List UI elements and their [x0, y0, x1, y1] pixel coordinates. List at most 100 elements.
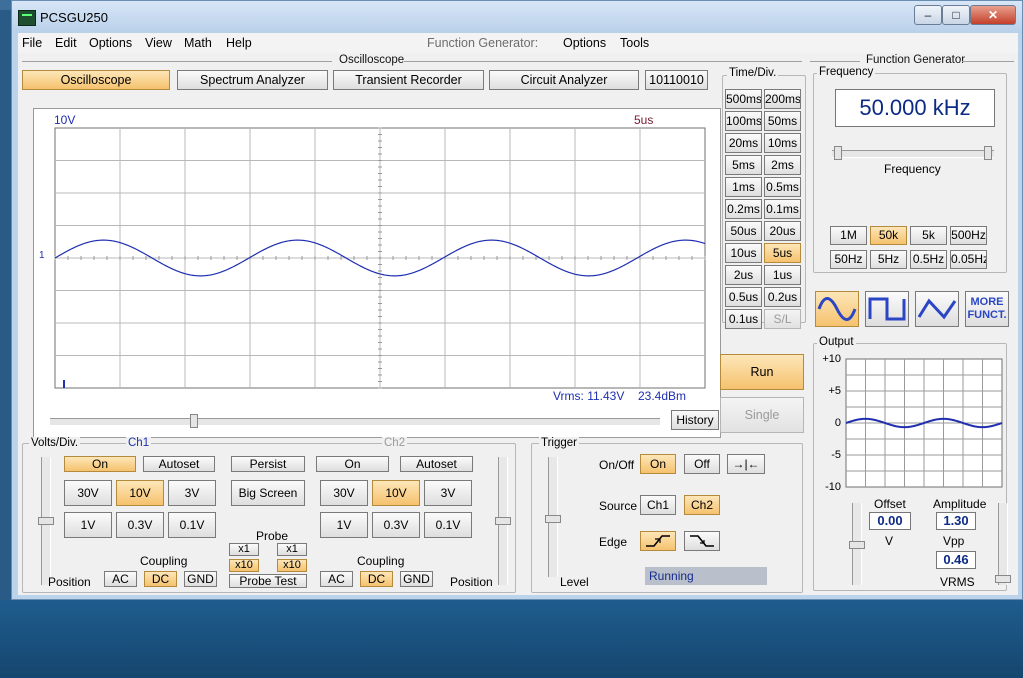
timediv-button[interactable]: 200ms — [764, 89, 801, 109]
ch1-probe-x1-button[interactable]: x1 — [229, 543, 259, 556]
amplitude-slider[interactable] — [995, 503, 1011, 585]
circuit-analyzer-button[interactable]: Circuit Analyzer — [489, 70, 639, 90]
timediv-button[interactable]: 0.1us — [725, 309, 762, 329]
timediv-button[interactable]: 20ms — [725, 133, 762, 153]
triangle-wave-button[interactable] — [915, 291, 959, 327]
timediv-button[interactable]: 50ms — [764, 111, 801, 131]
timediv-button[interactable]: 500ms — [725, 89, 762, 109]
binary-logo-button[interactable]: 10110010 — [645, 70, 708, 90]
timediv-button[interactable]: 2ms — [764, 155, 801, 175]
timediv-button[interactable]: 0.2us — [764, 287, 801, 307]
ch1-range-button[interactable]: 3V — [168, 480, 216, 506]
timediv-button[interactable]: 0.1ms — [764, 199, 801, 219]
trigger-level-slider[interactable] — [545, 457, 561, 577]
square-wave-button[interactable] — [865, 291, 909, 327]
fg-range-button[interactable]: 0.5Hz — [910, 250, 947, 269]
ch1-range-button[interactable]: 1V — [64, 512, 112, 538]
ch2-range-button[interactable]: 30V — [320, 480, 368, 506]
persist-button[interactable]: Persist — [231, 456, 305, 472]
sine-wave-button[interactable] — [815, 291, 859, 327]
ch1-position-thumb[interactable] — [38, 517, 54, 525]
ch1-gnd-button[interactable]: GND — [184, 571, 217, 587]
ch2-ac-button[interactable]: AC — [320, 571, 353, 587]
more-functions-button[interactable]: MORE FUNCT. — [965, 291, 1009, 327]
history-slider[interactable] — [50, 414, 660, 428]
ch1-on-button[interactable]: On — [64, 456, 136, 472]
ch1-probe-x10-button[interactable]: x10 — [229, 559, 259, 572]
ch2-range-button[interactable]: 0.1V — [424, 512, 472, 538]
oscilloscope-mode-button[interactable]: Oscilloscope — [22, 70, 170, 90]
menu-options[interactable]: Options — [89, 36, 132, 50]
maximize-button[interactable]: □ — [942, 5, 970, 25]
ch2-probe-x10-button[interactable]: x10 — [277, 559, 307, 572]
big-screen-button[interactable]: Big Screen — [231, 480, 305, 506]
ch1-range-button[interactable]: 0.1V — [168, 512, 216, 538]
ch1-range-button[interactable]: 0.3V — [116, 512, 164, 538]
history-slider-thumb[interactable] — [190, 414, 198, 428]
offset-slider-thumb[interactable] — [849, 541, 865, 549]
ch1-autoset-button[interactable]: Autoset — [143, 456, 215, 472]
timediv-button[interactable]: 10ms — [764, 133, 801, 153]
trigger-source-ch2-button[interactable]: Ch2 — [684, 495, 720, 515]
ch2-range-button[interactable]: 1V — [320, 512, 368, 538]
history-button[interactable]: History — [671, 410, 719, 430]
ch2-probe-x1-button[interactable]: x1 — [277, 543, 307, 556]
fg-range-button[interactable]: 5k — [910, 226, 947, 245]
spectrum-analyzer-button[interactable]: Spectrum Analyzer — [177, 70, 328, 90]
amplitude-slider-thumb[interactable] — [995, 575, 1011, 583]
offset-slider[interactable] — [849, 503, 865, 585]
ch2-on-button[interactable]: On — [316, 456, 389, 472]
ch2-range-button[interactable]: 3V — [424, 480, 472, 506]
timediv-button[interactable]: 0.5ms — [764, 177, 801, 197]
ch1-range-button[interactable]: 30V — [64, 480, 112, 506]
menu-math[interactable]: Math — [184, 36, 212, 50]
close-button[interactable]: ✕ — [970, 5, 1016, 25]
trigger-center-button[interactable]: →|← — [727, 454, 765, 474]
ch2-dc-button[interactable]: DC — [360, 571, 393, 587]
menu-edit[interactable]: Edit — [55, 36, 77, 50]
timediv-button[interactable]: 5ms — [725, 155, 762, 175]
scope-screen[interactable] — [54, 127, 706, 389]
ch2-range-button[interactable]: 0.3V — [372, 512, 420, 538]
timediv-button[interactable]: 1us — [764, 265, 801, 285]
timediv-button[interactable]: 2us — [725, 265, 762, 285]
minimize-button[interactable]: – — [914, 5, 942, 25]
trigger-off-button[interactable]: Off — [684, 454, 720, 474]
menu-fg-tools[interactable]: Tools — [620, 36, 649, 50]
probe-test-button[interactable]: Probe Test — [229, 574, 307, 588]
ch2-range-button[interactable]: 10V — [372, 480, 420, 506]
run-button[interactable]: Run — [720, 354, 804, 390]
timediv-button[interactable]: 0.2ms — [725, 199, 762, 219]
ch2-position-slider[interactable] — [495, 457, 511, 585]
timediv-button[interactable]: 50us — [725, 221, 762, 241]
fg-range-button[interactable]: 500Hz — [950, 226, 987, 245]
trigger-level-thumb[interactable] — [545, 515, 561, 523]
timediv-button[interactable]: 10us — [725, 243, 762, 263]
trigger-rising-edge-button[interactable] — [640, 531, 676, 551]
ch2-position-thumb[interactable] — [495, 517, 511, 525]
trigger-on-button[interactable]: On — [640, 454, 676, 474]
fg-range-button[interactable]: 1M — [830, 226, 867, 245]
fg-range-button[interactable]: 0.05Hz — [950, 250, 987, 269]
timediv-button[interactable]: 20us — [764, 221, 801, 241]
trigger-source-ch1-button[interactable]: Ch1 — [640, 495, 676, 515]
menu-file[interactable]: File — [22, 36, 42, 50]
single-button[interactable]: Single — [720, 397, 804, 433]
timediv-button[interactable]: 100ms — [725, 111, 762, 131]
timediv-button[interactable]: 0.5us — [725, 287, 762, 307]
fg-range-button[interactable]: 5Hz — [870, 250, 907, 269]
frequency-slider[interactable] — [832, 146, 994, 160]
fg-range-button[interactable]: 50Hz — [830, 250, 867, 269]
timediv-button[interactable]: 5us — [764, 243, 801, 263]
frequency-slider-thumb[interactable] — [834, 146, 842, 160]
ch2-autoset-button[interactable]: Autoset — [400, 456, 473, 472]
fg-range-button[interactable]: 50k — [870, 226, 907, 245]
timediv-button[interactable]: 1ms — [725, 177, 762, 197]
menu-help[interactable]: Help — [226, 36, 252, 50]
timediv-button[interactable]: S/L — [764, 309, 801, 329]
ch1-position-slider[interactable] — [38, 457, 54, 585]
menu-fg-options[interactable]: Options — [563, 36, 606, 50]
transient-recorder-button[interactable]: Transient Recorder — [333, 70, 484, 90]
ch1-ac-button[interactable]: AC — [104, 571, 137, 587]
ch1-range-button[interactable]: 10V — [116, 480, 164, 506]
